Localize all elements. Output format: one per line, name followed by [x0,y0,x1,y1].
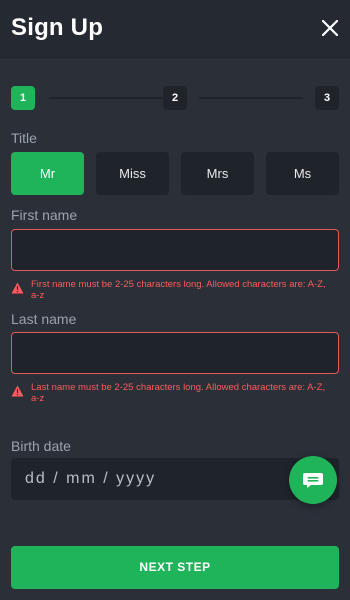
birth-date-label: Birth date [11,438,71,454]
chat-button[interactable] [289,456,337,504]
warning-icon [11,385,24,397]
title-option-mrs[interactable]: Mrs [181,152,254,195]
first-name-input[interactable] [12,230,338,270]
step-connector [49,97,163,99]
header: Sign Up [0,0,350,58]
birth-date-placeholder: dd / mm / yyyy [25,470,157,487]
close-button[interactable] [318,16,342,40]
title-label: Title [11,130,37,146]
title-selector: Mr Miss Mrs Ms [11,152,339,195]
step-1: 1 [11,86,35,110]
last-name-error-text: Last name must be 2-25 characters long. … [31,382,326,404]
first-name-error-text: First name must be 2-25 characters long.… [31,279,326,301]
stepper: 1 2 3 [11,86,339,110]
last-name-input[interactable] [12,333,338,373]
title-option-ms[interactable]: Ms [266,152,339,195]
next-step-button[interactable]: NEXT STEP [11,546,339,589]
warning-icon [11,282,24,294]
last-name-label: Last name [11,311,77,327]
title-option-miss[interactable]: Miss [96,152,169,195]
step-2: 2 [163,86,187,110]
page-title: Sign Up [11,14,104,41]
step-3: 3 [315,86,339,110]
close-icon [321,19,339,37]
title-option-mr[interactable]: Mr [11,152,84,195]
first-name-label: First name [11,207,78,223]
last-name-field [11,332,339,374]
first-name-field [11,229,339,271]
step-connector [199,97,303,99]
chat-icon [303,473,323,488]
